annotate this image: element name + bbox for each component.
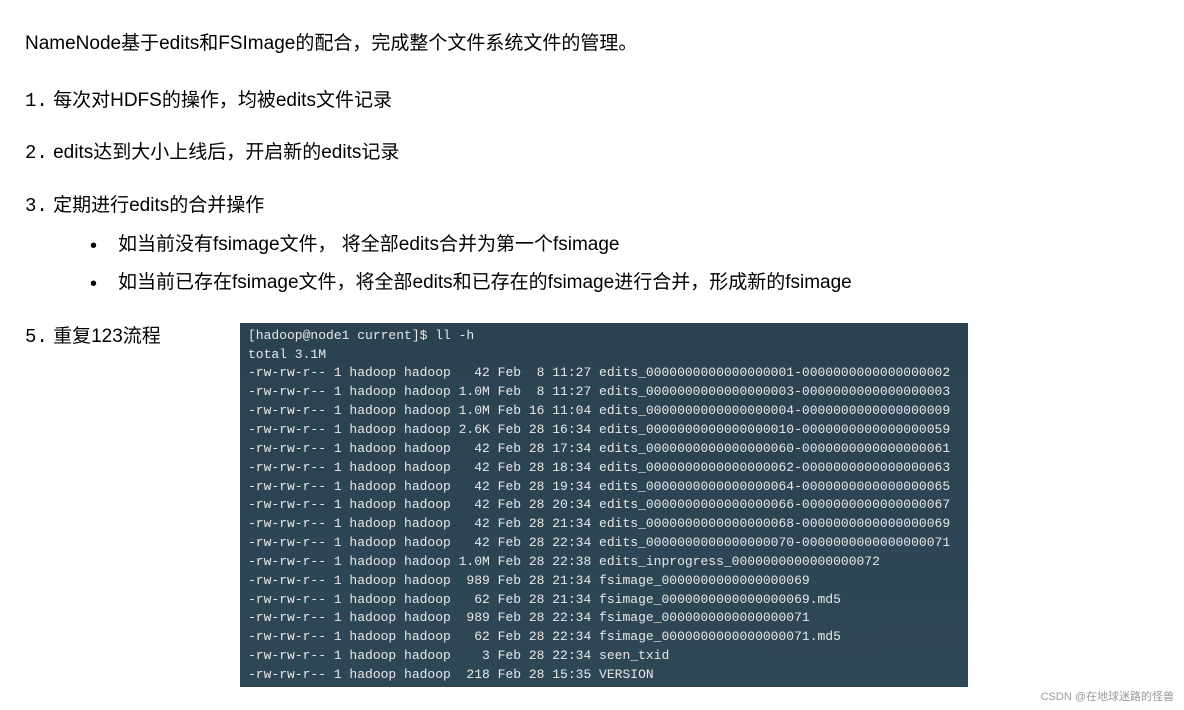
item-number: 2.: [25, 142, 48, 164]
intro-paragraph: NameNode基于edits和FSImage的配合，完成整个文件系统文件的管理…: [25, 30, 1159, 59]
item-text: 重复123流程: [53, 326, 161, 347]
bullet-item: 如当前没有fsimage文件， 将全部edits合并为第一个fsimage: [80, 230, 1159, 260]
item-number: 1.: [25, 90, 48, 112]
list-item-2: 2. edits达到大小上线后，开启新的edits记录: [25, 139, 1159, 168]
item-number: 5.: [25, 326, 48, 348]
item-text: 每次对HDFS的操作，均被edits文件记录: [53, 90, 392, 111]
list-item-1: 1. 每次对HDFS的操作，均被edits文件记录: [25, 87, 1159, 116]
item-text: edits达到大小上线后，开启新的edits记录: [53, 142, 399, 163]
last-label: 5. 重复123流程: [25, 323, 240, 352]
watermark: CSDN @在地球迷路的怪兽: [1041, 688, 1174, 704]
numbered-list: 1. 每次对HDFS的操作，均被edits文件记录 2. edits达到大小上线…: [25, 87, 1159, 687]
terminal-output: [hadoop@node1 current]$ ll -h total 3.1M…: [240, 323, 968, 687]
bullet-list: 如当前没有fsimage文件， 将全部edits合并为第一个fsimage 如当…: [25, 230, 1159, 299]
bullet-item: 如当前已存在fsimage文件，将全部edits和已存在的fsimage进行合并…: [80, 268, 1159, 298]
item-number: 3.: [25, 195, 48, 217]
item-text: 定期进行edits的合并操作: [53, 195, 264, 216]
list-item-3: 3. 定期进行edits的合并操作 如当前没有fsimage文件， 将全部edi…: [25, 192, 1159, 299]
list-item-5: 5. 重复123流程 [hadoop@node1 current]$ ll -h…: [25, 323, 1159, 687]
